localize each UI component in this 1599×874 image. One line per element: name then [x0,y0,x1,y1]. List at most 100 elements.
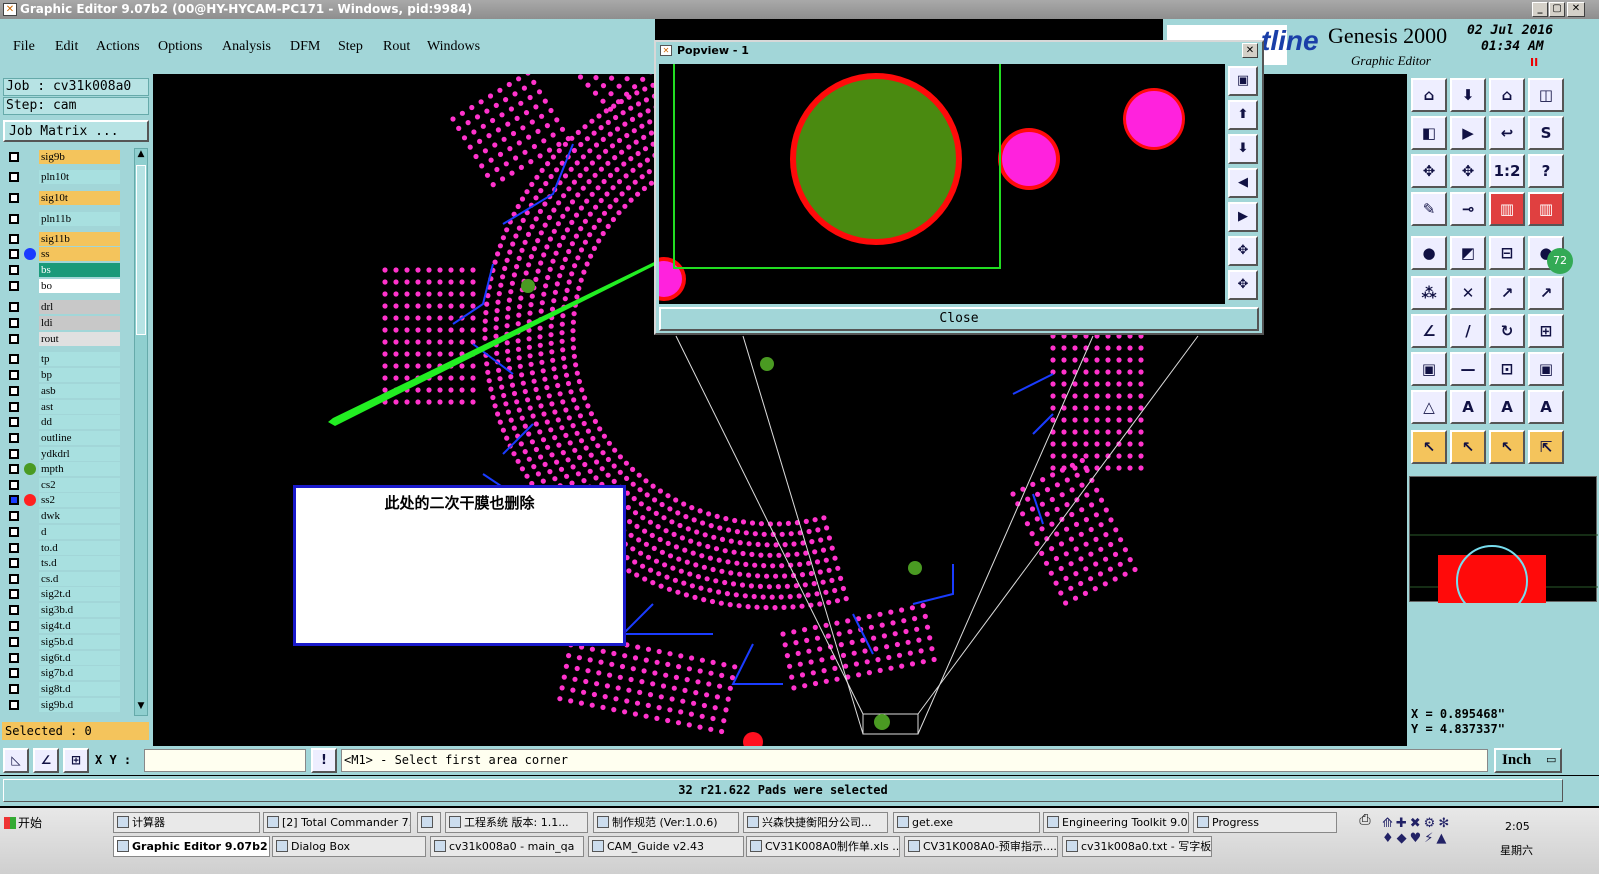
menu-rout[interactable]: Rout [383,39,410,55]
layer-row-mpth[interactable]: mpth [6,462,120,476]
layer-checkbox[interactable] [9,495,19,505]
tool-button-r7-c2-icon[interactable]: ⊡ [1489,352,1525,386]
tool-button-r0-c1-icon[interactable]: ⬇ [1450,78,1486,112]
popview-close-icon[interactable]: ✕ [1242,43,1258,58]
layer-row-pln10t[interactable]: pln10t [6,170,120,184]
tool-button-r9-c2-icon[interactable]: ↖ [1489,430,1525,464]
layer-checkbox[interactable] [9,449,19,459]
tool-button-r8-c0-icon[interactable]: △ [1411,390,1447,424]
taskbar-item[interactable]: CV31K008A0-预审指示.... [904,836,1058,857]
taskbar-item[interactable]: 制作规范 (Ver:1.0.6) [593,812,739,833]
job-matrix-button[interactable]: Job Matrix ... [3,120,149,142]
tool-button-r2-c3-icon[interactable]: ? [1528,154,1564,188]
minimize-button[interactable]: _ [1532,2,1548,17]
layer-checkbox[interactable] [9,370,19,380]
menu-actions[interactable]: Actions [96,39,140,55]
scroll-down-icon[interactable]: ▼ [136,701,146,713]
layer-checkbox[interactable] [9,558,19,568]
layer-row-sig4t-d[interactable]: sig4t.d [6,619,120,633]
layer-name[interactable]: sig9b [39,150,120,164]
layer-row-d[interactable]: d [6,525,120,539]
layer-checkbox[interactable] [9,684,19,694]
taskbar-item[interactable]: Graphic Editor 9.07b2 ... [113,836,270,857]
layer-checkbox[interactable] [9,281,19,291]
layer-name[interactable]: sig4t.d [39,619,120,633]
xy-input[interactable] [144,749,306,772]
layer-checkbox[interactable] [9,417,19,427]
layer-row-sig3b-d[interactable]: sig3b.d [6,603,120,617]
layer-checkbox[interactable] [9,605,19,615]
taskbar-item[interactable]: Dialog Box [272,836,426,857]
layer-row-ss2[interactable]: ss2 [6,493,120,507]
layer-row-asb[interactable]: asb [6,384,120,398]
layer-checkbox[interactable] [9,433,19,443]
layer-checkbox[interactable] [9,249,19,259]
layer-checkbox[interactable] [9,152,19,162]
layer-name[interactable]: ydkdrl [39,447,120,461]
tool-button-r8-c2-icon[interactable]: A [1489,390,1525,424]
system-tray-icons[interactable]: ⟰✚✖⚙✻ ♦◆♥⚡▲ [1382,816,1472,866]
popview-pan-down-icon[interactable]: ⬇ [1228,134,1258,164]
layer-name[interactable]: cs.d [39,572,120,586]
popview-pan-up-icon[interactable]: ⬆ [1228,100,1258,130]
layer-name[interactable]: ast [39,400,120,414]
tool-button-r5-c2-icon[interactable]: ↗ [1489,276,1525,310]
layer-row-ldi[interactable]: ldi [6,316,120,330]
layer-checkbox[interactable] [9,234,19,244]
layer-name[interactable]: sig5b.d [39,635,120,649]
tool-button-r8-c1-icon[interactable]: A [1450,390,1486,424]
angle-tool-icon[interactable]: ∠ [33,748,59,773]
tool-button-r9-c1-icon[interactable]: ↖ [1450,430,1486,464]
tool-button-r1-c2-icon[interactable]: ↩ [1489,116,1525,150]
units-selector[interactable]: Inch ▭ [1494,748,1562,773]
taskbar-item[interactable]: cv31k008a0.txt - 写字板 [1062,836,1212,857]
tool-button-r2-c0-icon[interactable]: ✥ [1411,154,1447,188]
layer-row-ts-d[interactable]: ts.d [6,556,120,570]
taskbar-item[interactable] [417,812,441,833]
taskbar-item[interactable]: CAM_Guide v2.43 [588,836,744,857]
taskbar-item[interactable]: 工程系统 版本: 1.1... [445,812,588,833]
grid-tool-icon[interactable]: ⊞ [63,748,89,773]
layer-checkbox[interactable] [9,402,19,412]
menu-step[interactable]: Step [338,39,363,55]
layer-name[interactable]: bs [39,263,120,277]
menu-windows[interactable]: Windows [427,39,480,55]
tool-button-r7-c1-icon[interactable]: — [1450,352,1486,386]
popview-zoom-in-icon[interactable]: ✥ [1228,236,1258,266]
layer-name[interactable]: bp [39,368,120,382]
layer-name[interactable]: pln11b [39,212,120,226]
layer-row-to-d[interactable]: to.d [6,541,120,555]
tool-button-r7-c3-icon[interactable]: ▣ [1528,352,1564,386]
layer-row-ss[interactable]: ss [6,247,120,261]
layer-name[interactable]: dd [39,415,120,429]
popview-close-button[interactable]: Close [659,307,1259,331]
layer-checkbox[interactable] [9,334,19,344]
layer-checkbox[interactable] [9,172,19,182]
layer-name[interactable]: sig8t.d [39,682,120,696]
menu-dfm[interactable]: DFM [290,39,320,55]
layer-name[interactable]: drl [39,300,120,314]
layer-name[interactable]: tp [39,352,120,366]
layer-name[interactable]: d [39,525,120,539]
taskbar-item[interactable]: cv31k008a0 - main_qa [430,836,584,857]
popview-pan-left-icon[interactable]: ◀ [1228,168,1258,198]
layer-checkbox[interactable] [9,700,19,710]
layer-name[interactable]: mpth [39,462,120,476]
layer-checkbox[interactable] [9,574,19,584]
taskbar-item[interactable]: [2] Total Commander 7... [263,812,411,833]
layer-checkbox[interactable] [9,386,19,396]
layer-row-sig9b-d[interactable]: sig9b.d [6,698,120,712]
snap-tool-icon[interactable]: ◺ [3,748,29,773]
tool-button-r1-c0-icon[interactable]: ◧ [1411,116,1447,150]
layer-name[interactable]: outline [39,431,120,445]
layer-name[interactable]: sig10t [39,191,120,205]
layer-row-ydkdrl[interactable]: ydkdrl [6,447,120,461]
menu-file[interactable]: File [13,39,35,55]
tool-button-r4-c1-icon[interactable]: ◩ [1450,236,1486,270]
scroll-thumb[interactable] [136,165,146,335]
tool-button-r4-c0-icon[interactable]: ● [1411,236,1447,270]
layer-row-tp[interactable]: tp [6,352,120,366]
layer-row-sig6t-d[interactable]: sig6t.d [6,651,120,665]
tool-button-r0-c3-icon[interactable]: ◫ [1528,78,1564,112]
layer-checkbox[interactable] [9,265,19,275]
